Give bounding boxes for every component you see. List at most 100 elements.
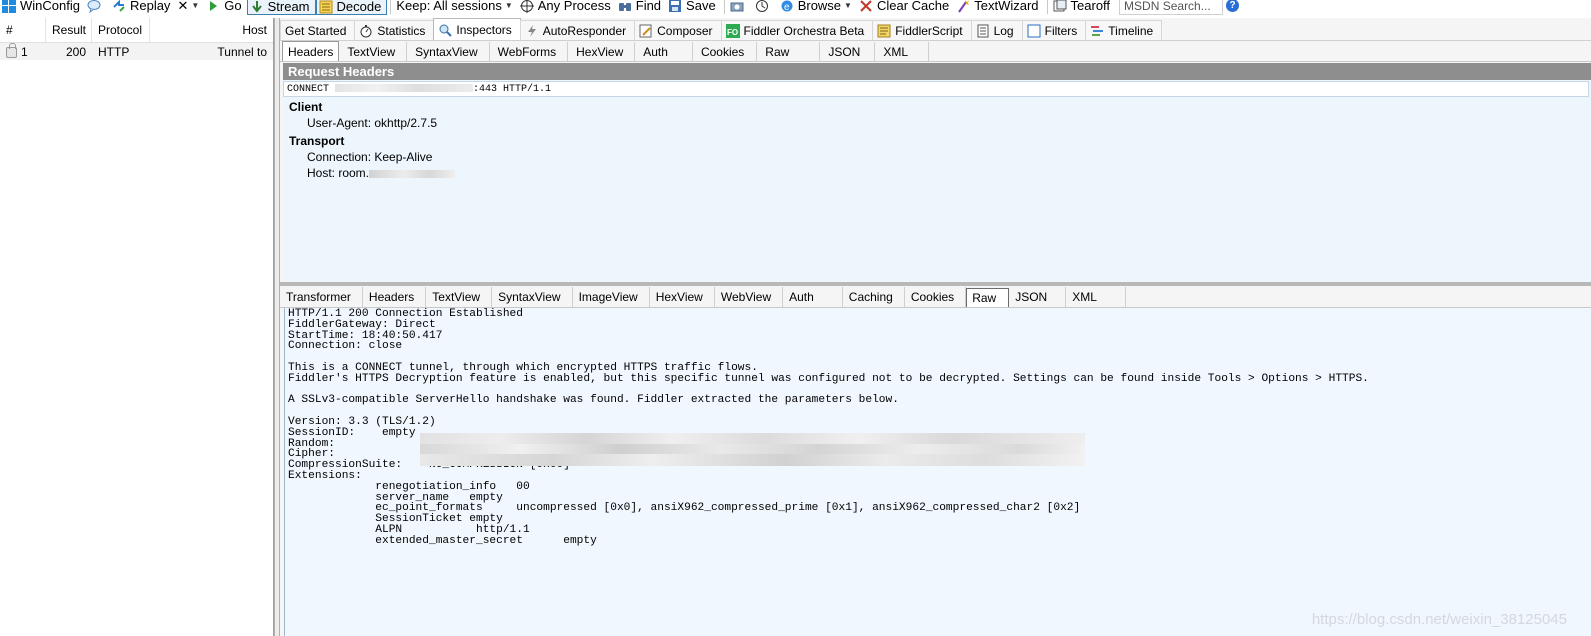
camera-icon: [730, 0, 744, 13]
header-group-client[interactable]: Client: [283, 100, 1591, 115]
column-header-result[interactable]: Result: [46, 17, 92, 43]
tab-label: Timeline: [1108, 23, 1154, 38]
script-icon: [877, 24, 891, 38]
response-tab-xml[interactable]: XML: [1066, 287, 1126, 307]
column-header-protocol[interactable]: Protocol: [92, 17, 150, 43]
sessions-header: # Result Protocol Host: [0, 17, 273, 43]
request-tab-xml[interactable]: XML: [875, 42, 930, 61]
toolbar-separator: [390, 0, 392, 14]
request-inspector-tabs: Headers TextView SyntaxView WebForms Hex…: [280, 41, 1591, 62]
inspect-icon: [438, 23, 453, 37]
browse-label: Browse: [797, 0, 842, 13]
request-tab-syntaxview[interactable]: SyntaxView: [407, 42, 490, 61]
chevron-down-icon[interactable]: ▼: [844, 1, 852, 10]
go-button[interactable]: Go: [204, 0, 246, 13]
column-header-host[interactable]: Host: [150, 18, 273, 43]
tearoff-icon: [1053, 0, 1067, 13]
clear-cache-icon: [859, 0, 873, 13]
keep-sessions-dropdown[interactable]: Keep: All sessions ▼: [394, 0, 517, 13]
tab-label: Log: [993, 23, 1014, 38]
tab-filters[interactable]: Filters: [1021, 20, 1087, 40]
response-line: [288, 406, 1591, 417]
stream-button[interactable]: Stream: [246, 0, 316, 15]
tab-label: Fiddler Orchestra Beta: [743, 23, 865, 38]
textwizard-button[interactable]: TextWizard: [954, 0, 1043, 13]
response-tab-textview[interactable]: TextView: [426, 287, 493, 307]
svg-text:FO: FO: [727, 28, 738, 37]
tab-composer[interactable]: Composer: [634, 20, 722, 40]
tab-statistics[interactable]: Statistics: [354, 20, 435, 40]
tab-label: Get Started: [285, 23, 347, 38]
remove-button[interactable]: ✕ ▼: [175, 0, 204, 13]
screenshot-button[interactable]: [728, 0, 753, 13]
help-icon[interactable]: ?: [1226, 0, 1240, 12]
decode-button[interactable]: Decode: [315, 0, 388, 15]
comment-button[interactable]: [85, 0, 110, 13]
timer-button[interactable]: [753, 0, 778, 13]
session-result: 200: [65, 44, 86, 59]
request-line-suffix: :443 HTTP/1.1: [473, 84, 552, 95]
request-tab-cookies[interactable]: Cookies: [693, 42, 758, 61]
any-process-button[interactable]: Any Process: [518, 0, 616, 13]
response-tab-syntaxview[interactable]: SyntaxView: [492, 287, 573, 307]
response-line: extended_master_secret empty: [288, 534, 597, 547]
request-tab-textview[interactable]: TextView: [339, 42, 408, 61]
tearoff-label: Tearoff: [1070, 0, 1111, 13]
find-button[interactable]: Find: [616, 0, 666, 13]
response-tab-transformer[interactable]: Transformer: [280, 287, 363, 307]
tab-timeline[interactable]: Timeline: [1085, 20, 1163, 40]
msdn-search-input[interactable]: MSDN Search...: [1119, 0, 1224, 15]
response-line: StartTime: 18:40:50.417: [288, 329, 443, 342]
tab-fiddler-orchestra[interactable]: FO Fiddler Orchestra Beta: [720, 20, 874, 40]
response-tab-cookies[interactable]: Cookies: [905, 287, 967, 307]
tab-label: FiddlerScript: [895, 23, 963, 38]
binoculars-icon: [618, 0, 632, 13]
wizard-icon: [956, 0, 970, 13]
remove-dropdown-icon[interactable]: ▼: [191, 1, 199, 10]
column-header-number[interactable]: #: [0, 17, 46, 43]
header-group-transport[interactable]: Transport: [283, 134, 1591, 149]
tab-label: Statistics: [377, 23, 426, 38]
tab-fiddlerscript[interactable]: FiddlerScript: [872, 20, 972, 40]
response-tab-headers[interactable]: Headers: [363, 287, 427, 307]
save-button[interactable]: Save: [666, 0, 721, 13]
comment-icon: [87, 0, 101, 13]
header-host-text: Host: room.: [307, 166, 370, 180]
request-line[interactable]: CONNECT :443 HTTP/1.1: [283, 81, 1589, 97]
response-tab-caching[interactable]: Caching: [843, 287, 905, 307]
winconfig-button[interactable]: WinConfig: [0, 0, 85, 13]
session-row[interactable]: 1 200 HTTP Tunnel to: [0, 42, 273, 60]
response-line: Version: 3.3 (TLS/1.2): [288, 415, 436, 428]
any-process-label: Any Process: [537, 0, 611, 13]
response-tab-imageview[interactable]: ImageView: [573, 287, 650, 307]
request-tab-hexview[interactable]: HexView: [568, 42, 636, 61]
svg-text:e: e: [784, 2, 790, 13]
response-tab-raw[interactable]: Raw: [966, 288, 1010, 307]
find-label: Find: [635, 0, 662, 13]
response-raw-text[interactable]: HTTP/1.1 200 Connection Established Fiddl…: [284, 308, 1591, 636]
redacted-cipher: [420, 454, 1085, 466]
clear-cache-label: Clear Cache: [876, 0, 950, 13]
tearoff-button[interactable]: Tearoff: [1051, 0, 1116, 13]
tab-autoresponder[interactable]: AutoResponder: [519, 20, 636, 40]
toolbar-separator: [723, 0, 725, 14]
response-tab-hexview[interactable]: HexView: [650, 287, 715, 307]
chevron-down-icon: ▼: [504, 1, 513, 10]
tab-inspectors[interactable]: Inspectors: [433, 18, 521, 40]
request-tab-headers[interactable]: Headers: [282, 41, 340, 61]
clear-cache-button[interactable]: Clear Cache: [857, 0, 954, 13]
request-tab-json[interactable]: JSON: [820, 42, 876, 61]
header-host: Host: room.: [283, 165, 1591, 181]
response-tab-webview[interactable]: WebView: [715, 287, 784, 307]
response-tab-json[interactable]: JSON: [1009, 287, 1067, 307]
tab-get-started[interactable]: Get Started: [280, 20, 356, 40]
request-tab-webforms[interactable]: WebForms: [490, 42, 569, 61]
session-host: Tunnel to: [217, 44, 267, 59]
response-tab-auth[interactable]: Auth: [783, 287, 843, 307]
replay-button[interactable]: Replay: [110, 0, 175, 13]
tab-log[interactable]: Log: [970, 20, 1023, 40]
request-tab-auth[interactable]: Auth: [635, 42, 693, 61]
browse-button[interactable]: e Browse ▼: [778, 0, 857, 13]
ie-browser-icon: e: [780, 0, 794, 13]
request-tab-raw[interactable]: Raw: [757, 42, 821, 61]
